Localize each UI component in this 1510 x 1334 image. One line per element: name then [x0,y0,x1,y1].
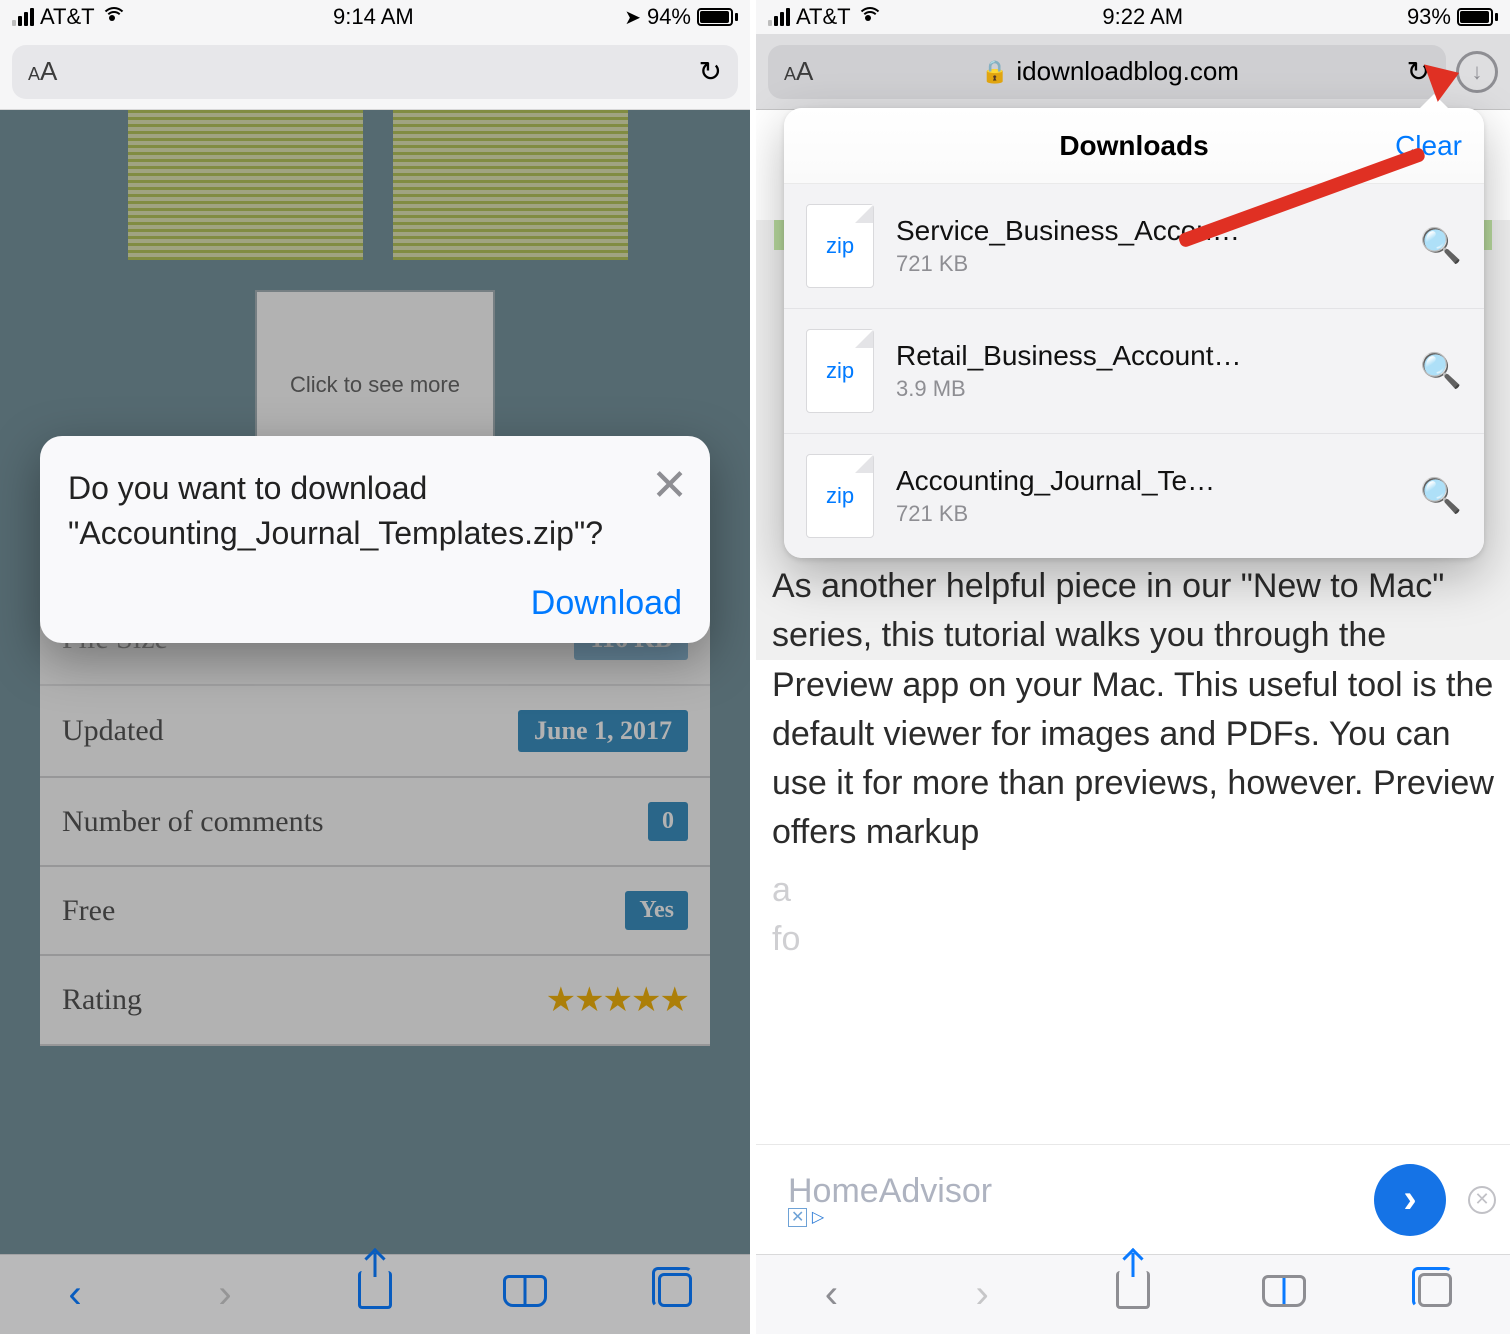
wifi-icon [857,9,879,25]
address-field[interactable]: AA ↻ [12,45,738,99]
status-bar: AT&T 9:22 AM 93% [756,0,1510,34]
signal-icon [768,8,790,26]
tabs-icon [658,1273,692,1307]
location-icon: ➤ [624,5,641,30]
share-button[interactable] [345,1271,405,1318]
clear-button[interactable]: Clear [1395,130,1462,162]
close-button[interactable]: ✕ [651,460,688,511]
modal-backdrop [0,110,750,1334]
download-item[interactable]: zip Accounting_Journal_Te… 721 KB 🔍 [784,433,1484,558]
battery-icon [697,8,738,26]
download-size: 3.9 MB [896,376,1398,402]
back-button[interactable]: ‹ [801,1272,861,1317]
download-size: 721 KB [896,501,1398,527]
article-text: As another helpful piece in our "New to … [772,562,1494,964]
url-bar: AA ↻ [0,34,750,110]
reveal-icon[interactable]: 🔍 [1420,351,1462,391]
text-size-button[interactable]: AA [28,56,57,87]
carrier-label: AT&T [796,4,851,30]
wifi-icon [101,9,123,25]
popover-title: Downloads [1059,130,1208,162]
file-icon: zip [806,454,874,538]
download-item[interactable]: zip Service_Business_Accou… 721 KB 🔍 [784,184,1484,308]
download-name: Retail_Business_Account… [896,340,1398,372]
forward-button[interactable]: › [952,1272,1012,1317]
reload-button[interactable]: ↻ [699,55,722,88]
ad-marker: ✕ ▷ [788,1207,1374,1227]
file-icon: zip [806,204,874,288]
tabs-icon [1418,1273,1452,1307]
downloads-button[interactable]: ↓ [1456,51,1498,93]
bottom-toolbar: ‹ › [0,1254,750,1334]
share-icon [358,1271,392,1309]
share-icon [1116,1271,1150,1309]
reload-button[interactable]: ↻ [1407,55,1430,88]
ad-brand: HomeAdvisor ✕ ▷ [756,1172,1374,1227]
download-item[interactable]: zip Retail_Business_Account… 3.9 MB 🔍 [784,308,1484,433]
clock: 9:22 AM [1102,4,1183,30]
url-bar: AA 🔒 idownloadblog.com ↻ ↓ [756,34,1510,110]
downloads-popover: Downloads Clear zip Service_Business_Acc… [784,108,1484,558]
file-icon: zip [806,329,874,413]
battery-pct: 94% [647,4,691,30]
download-button[interactable]: Download [68,584,682,623]
ad-close-button[interactable]: ✕ [1468,1186,1496,1214]
book-icon [1262,1275,1306,1307]
article-cut-line: a [772,866,1494,915]
url-domain: 🔒 idownloadblog.com [813,56,1406,87]
signal-icon [12,8,34,26]
back-button[interactable]: ‹ [45,1272,105,1317]
reveal-icon[interactable]: 🔍 [1420,226,1462,266]
battery-pct: 93% [1407,4,1451,30]
ad-banner[interactable]: HomeAdvisor ✕ ▷ › ✕ [756,1144,1510,1254]
text-size-button[interactable]: AA [784,56,813,87]
download-name: Service_Business_Accou… [896,215,1398,247]
forward-button[interactable]: › [195,1272,255,1317]
bottom-toolbar: ‹ › [756,1254,1510,1334]
prompt-message: Do you want to download "Accounting_Jour… [68,466,508,556]
carrier-label: AT&T [40,4,95,30]
popover-header: Downloads Clear [784,108,1484,184]
article-cut-line: fo [772,915,1494,964]
tabs-button[interactable] [645,1273,705,1316]
tabs-button[interactable] [1405,1273,1465,1316]
clock: 9:14 AM [333,4,414,30]
download-size: 721 KB [896,251,1398,277]
share-button[interactable] [1103,1271,1163,1318]
reveal-icon[interactable]: 🔍 [1420,476,1462,516]
ad-go-button[interactable]: › [1374,1164,1446,1236]
book-icon [503,1275,547,1307]
bookmarks-button[interactable] [1254,1274,1314,1316]
battery-icon [1457,8,1498,26]
lock-icon: 🔒 [981,59,1008,85]
status-bar: AT&T 9:14 AM ➤ 94% [0,0,750,34]
address-field[interactable]: AA 🔒 idownloadblog.com ↻ [768,45,1446,99]
bookmarks-button[interactable] [495,1274,555,1316]
download-name: Accounting_Journal_Te… [896,465,1398,497]
download-prompt: ✕ Do you want to download "Accounting_Jo… [40,436,710,643]
